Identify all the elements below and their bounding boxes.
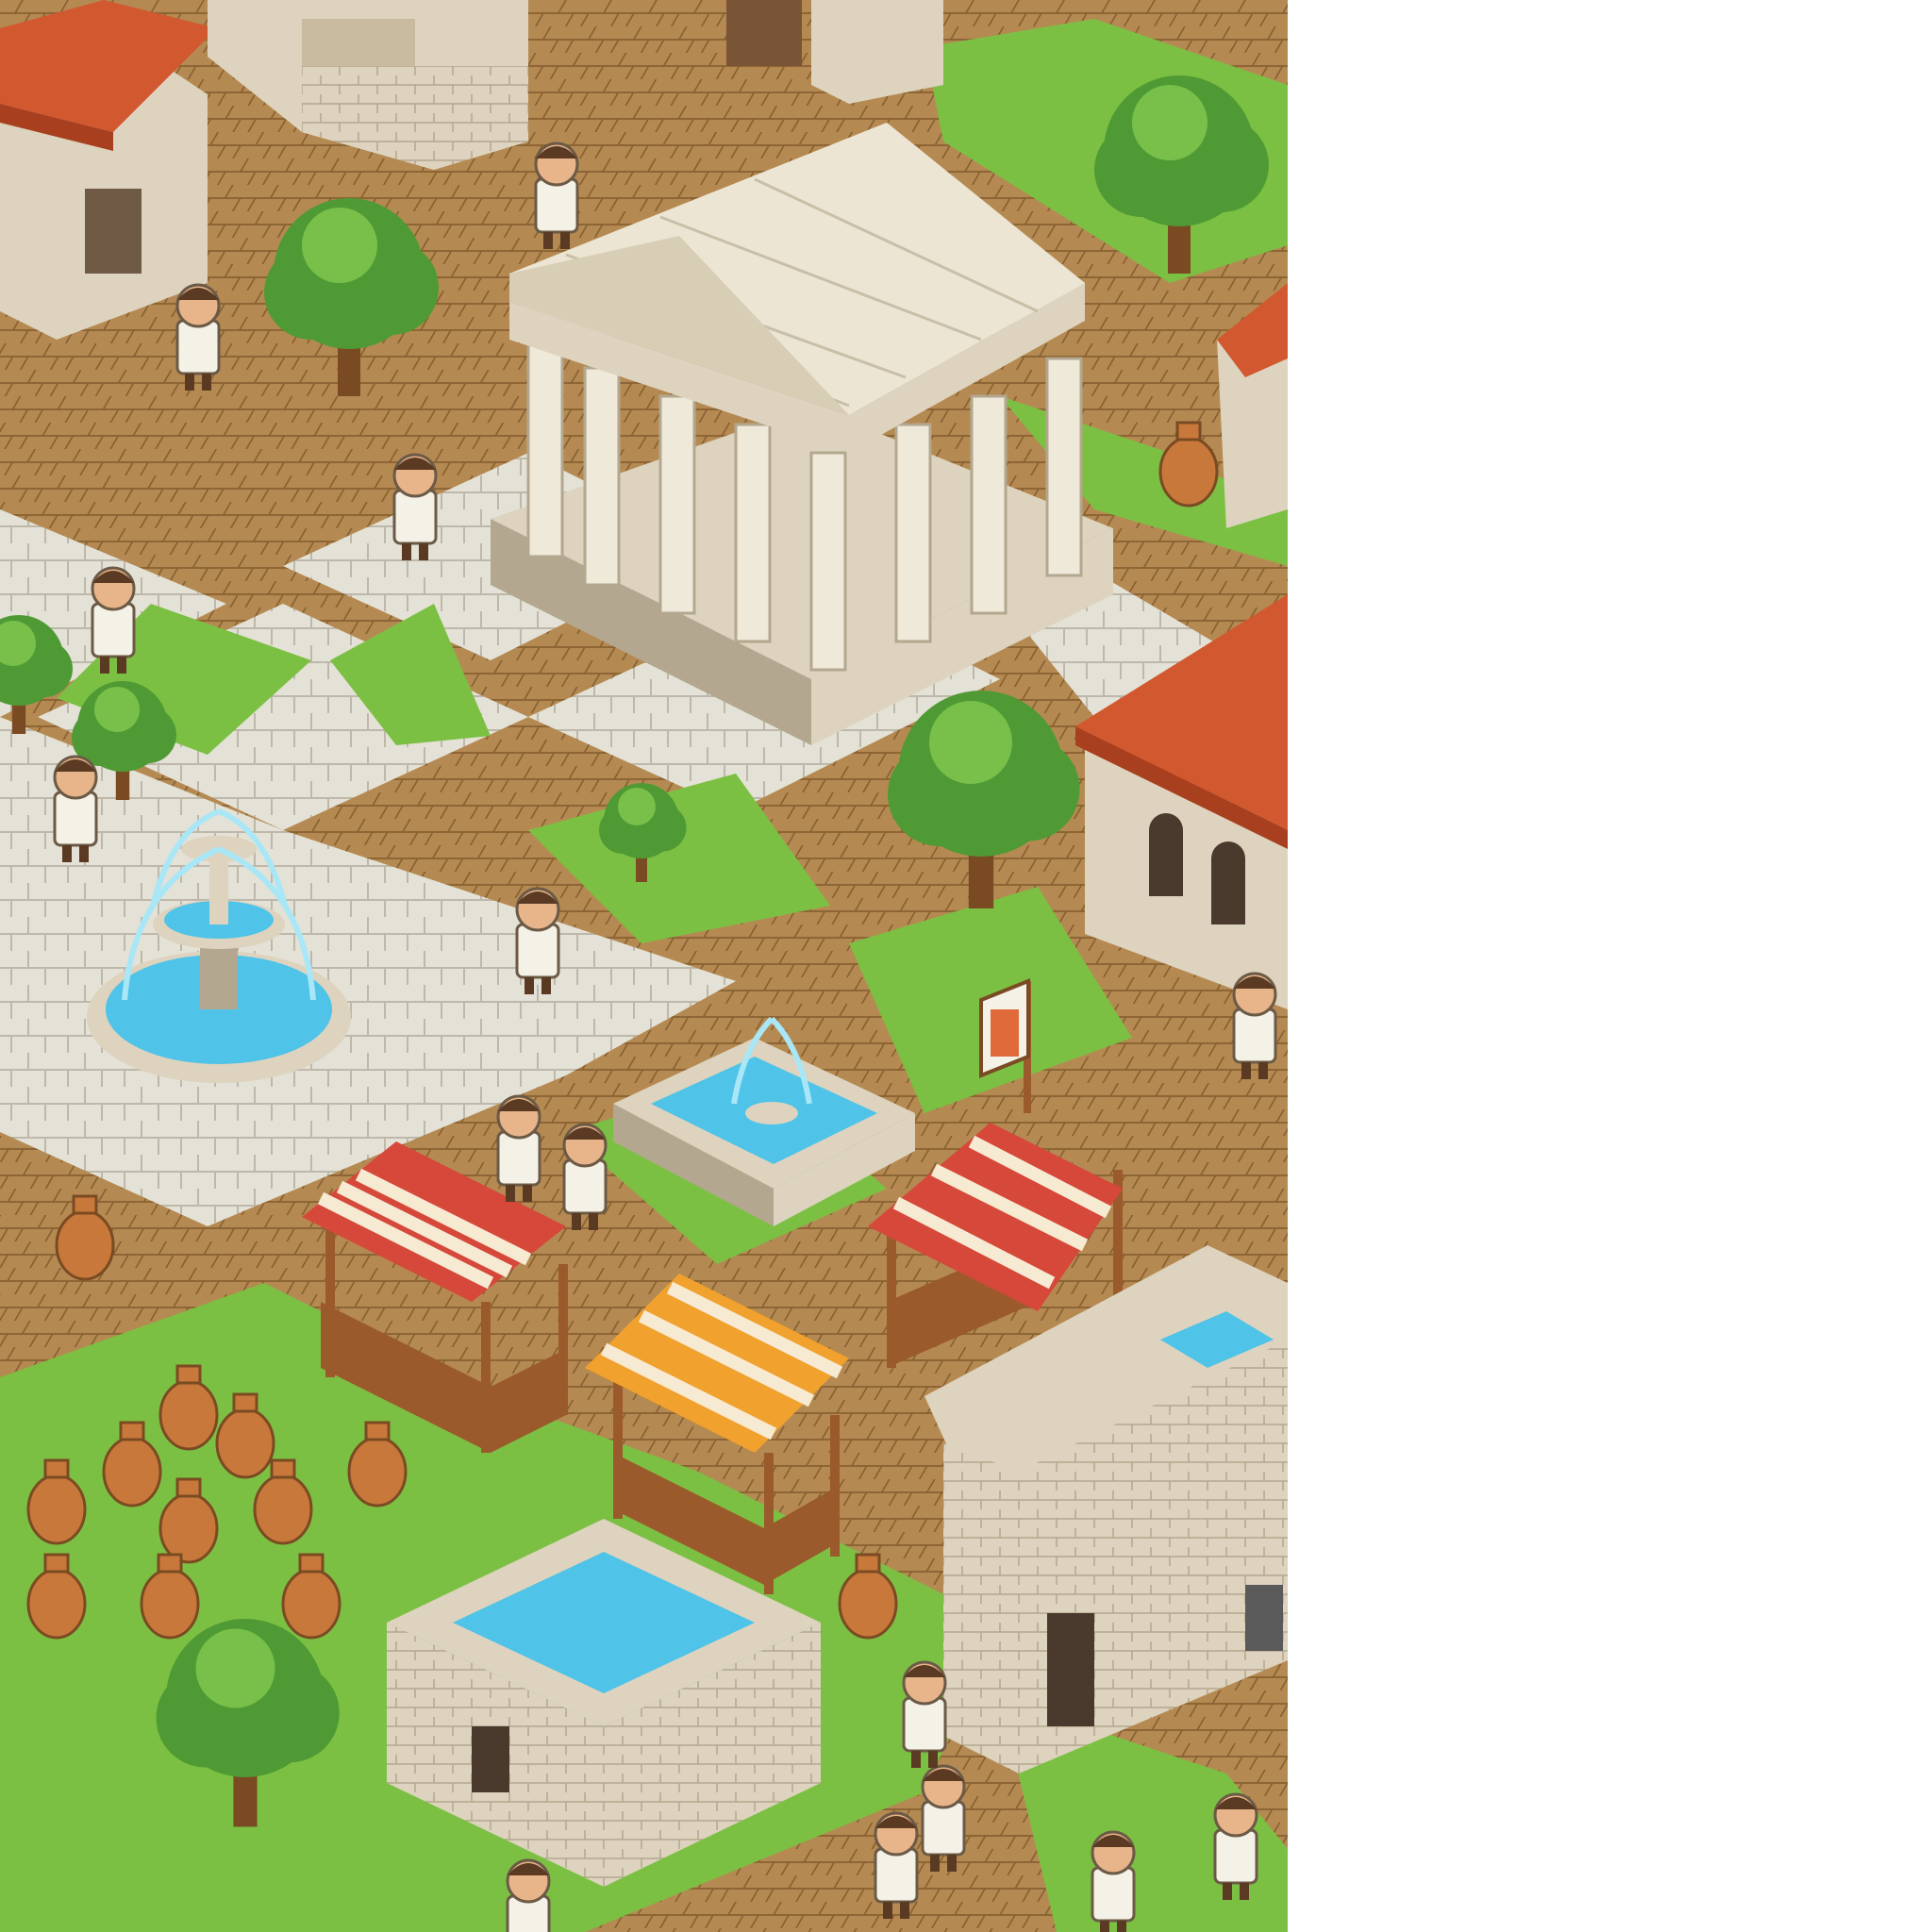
npc-citizen[interactable] <box>91 566 136 674</box>
temple-column <box>734 423 772 643</box>
npc-citizen[interactable] <box>534 142 579 249</box>
temple-column <box>526 338 564 558</box>
npc-citizen[interactable] <box>1091 1830 1136 1932</box>
temple-column <box>658 394 696 615</box>
npc-citizen[interactable] <box>496 1094 541 1202</box>
npc-citizen[interactable] <box>921 1764 966 1872</box>
npc-citizen[interactable] <box>1213 1792 1258 1900</box>
npc-citizen[interactable] <box>392 453 438 560</box>
game-scene[interactable] <box>0 0 1288 1932</box>
game-viewport[interactable] <box>0 0 1288 1932</box>
npc-citizen[interactable] <box>175 283 221 391</box>
npc-citizen[interactable] <box>53 755 98 862</box>
npc-citizen[interactable] <box>1232 972 1277 1079</box>
npc-citizen[interactable] <box>874 1811 919 1919</box>
blank-area <box>1288 0 1932 1932</box>
npc-citizen[interactable] <box>902 1660 947 1768</box>
temple-column <box>583 366 621 587</box>
temple-column <box>970 394 1008 615</box>
temple-column <box>1045 357 1083 577</box>
npc-citizen[interactable] <box>562 1123 608 1230</box>
temple-column <box>809 451 847 672</box>
npc-citizen[interactable] <box>515 887 560 994</box>
npc-citizen[interactable] <box>506 1858 551 1932</box>
temple-column <box>894 423 932 643</box>
